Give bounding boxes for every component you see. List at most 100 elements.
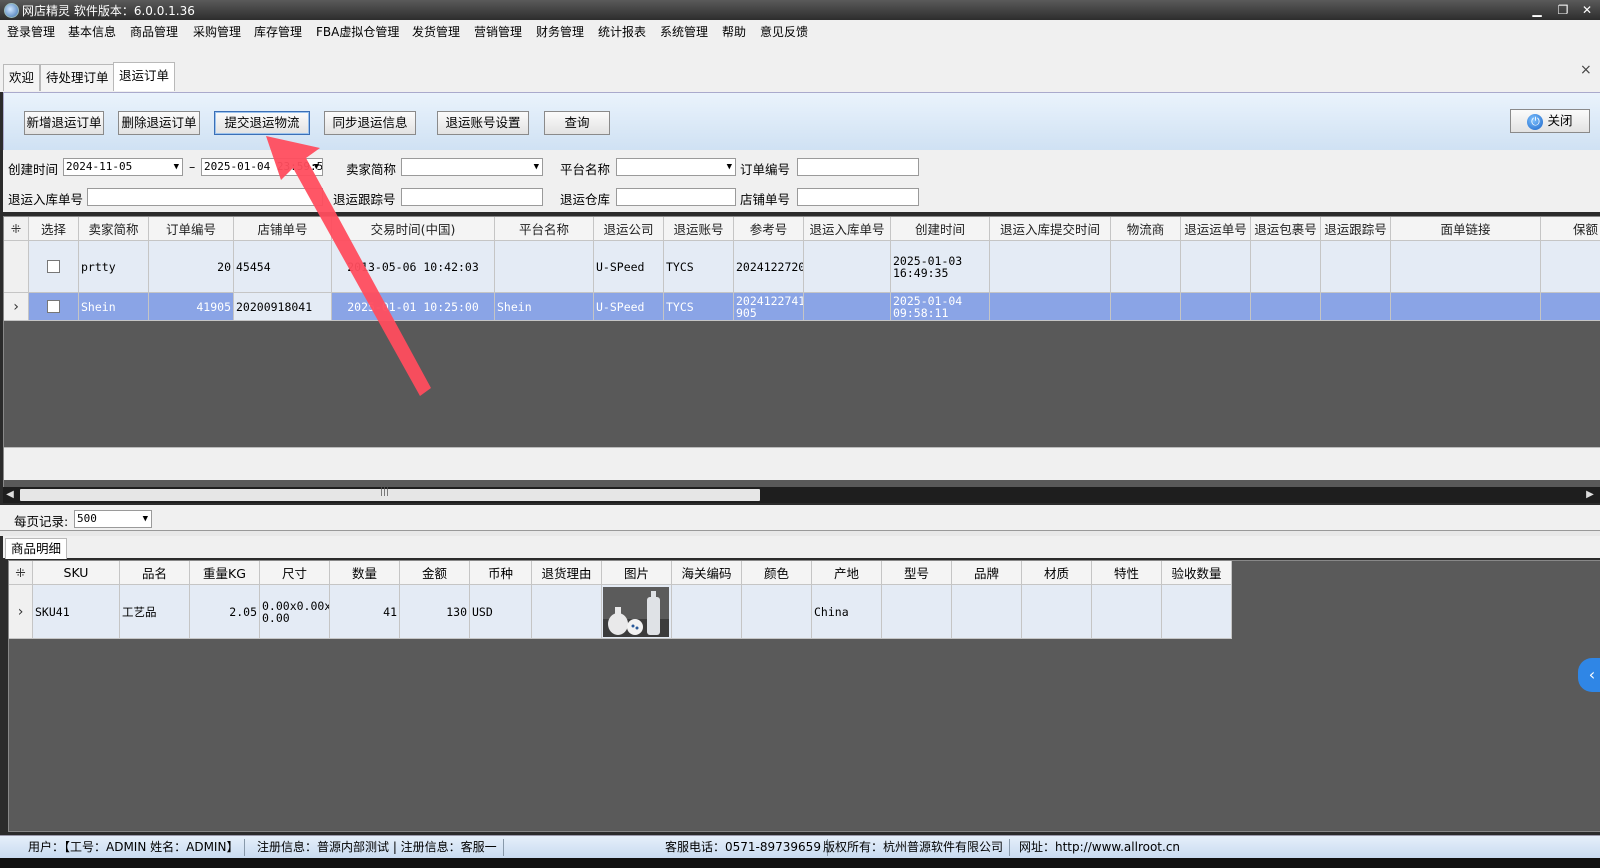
dcol-reason[interactable]: 退货理由 [532,561,602,585]
row-header-current-icon[interactable]: › [9,585,33,639]
menu-system[interactable]: 系统管理 [660,23,708,40]
menu-fba[interactable]: FBA虚拟仓管理 [316,23,399,40]
query-button[interactable]: 查询 [544,111,610,135]
table-row[interactable]: › SKU41 工艺品 2.05 0.00x0.00x 0.00 41 130 … [9,585,1249,639]
dcol-size[interactable]: 尺寸 [260,561,330,585]
menu-reports[interactable]: 统计报表 [598,23,646,40]
dcell-model [882,585,952,639]
dcol-weight[interactable]: 重量KG [190,561,260,585]
col-parcel-no[interactable]: 退运包裹号 [1251,217,1321,241]
menu-shipping[interactable]: 发货管理 [412,23,460,40]
scroll-right-icon[interactable]: ▶ [1583,487,1597,503]
menu-finance[interactable]: 财务管理 [536,23,584,40]
dcol-qty[interactable]: 数量 [330,561,400,585]
menu-login[interactable]: 登录管理 [7,23,55,40]
tab-product-details[interactable]: 商品明细 [5,538,68,559]
cell-seller: prtty [79,241,149,293]
date-from-picker[interactable]: 2024-11-05 ▼ [63,158,183,176]
dcol-model[interactable]: 型号 [882,561,952,585]
dcol-inspected-qty[interactable]: 验收数量 [1162,561,1232,585]
add-return-order-button[interactable]: 新增退运订单 [24,111,104,135]
cell-store-no: 45454 [234,241,332,293]
row-header-current-icon[interactable]: › [4,293,29,321]
menu-feedback[interactable]: 意见反馈 [760,23,808,40]
menu-purchasing[interactable]: 采购管理 [193,23,241,40]
platform-select[interactable]: ▼ [616,158,736,176]
dcol-brand[interactable]: 品牌 [952,561,1022,585]
inbound-no-input[interactable] [87,188,323,206]
grid-footer-area [4,447,1600,480]
col-inbound-no[interactable]: 退运入库单号 [804,217,891,241]
col-order-no[interactable]: 订单编号 [149,217,234,241]
page-size-select[interactable]: 500 ▼ [74,510,152,528]
col-platform[interactable]: 平台名称 [495,217,594,241]
warehouse-input[interactable] [616,188,736,206]
dcol-feature[interactable]: 特性 [1092,561,1162,585]
dcol-sku[interactable]: SKU [33,561,120,585]
tab-return-orders[interactable]: 退运订单 [113,62,176,91]
table-row[interactable]: prtty 20 45454 2013-05-06 10:42:03 U-SPe… [4,241,1600,293]
tab-welcome[interactable]: 欢迎 [3,64,41,91]
window-close-button[interactable]: ✕ [1576,1,1598,19]
order-no-label: 订单编号 [740,162,791,177]
dcol-hs-code[interactable]: 海关编码 [672,561,742,585]
col-account[interactable]: 退运账号 [664,217,734,241]
submit-return-logistics-button[interactable]: 提交退运物流 [214,111,310,135]
tab-pending-orders[interactable]: 待处理订单 [40,64,115,91]
delete-return-order-button[interactable]: 删除退运订单 [118,111,200,135]
order-no-input[interactable] [797,158,919,176]
minimize-button[interactable]: ▁ [1526,1,1548,19]
store-no-input[interactable] [797,188,919,206]
col-waybill[interactable]: 退运运单号 [1181,217,1251,241]
menu-bar: 登录管理 基本信息 商品管理 采购管理 库存管理 FBA虚拟仓管理 发货管理 营… [0,20,1600,42]
dcol-color[interactable]: 颜色 [742,561,812,585]
col-store-no[interactable]: 店铺单号 [234,217,332,241]
dcell-qty: 41 [330,585,400,639]
menu-inventory[interactable]: 库存管理 [254,23,302,40]
col-created[interactable]: 创建时间 [891,217,990,241]
side-panel-toggle-icon[interactable]: ‹ [1578,658,1600,692]
menu-basic-info[interactable]: 基本信息 [68,23,116,40]
dcol-material[interactable]: 材质 [1022,561,1092,585]
status-copyright: 版权所有：杭州普源软件有限公司 [823,839,1011,856]
col-tracking[interactable]: 退运跟踪号 [1321,217,1391,241]
dcol-origin[interactable]: 产地 [812,561,882,585]
cell-empty [1321,293,1391,321]
close-page-button[interactable]: ⏻ 关闭 [1510,109,1590,133]
platform-label: 平台名称 [560,162,611,177]
table-row[interactable]: › Shein 41905 20200918041 2025-01-01 10:… [4,293,1600,321]
dcell-weight: 2.05 [190,585,260,639]
row-header[interactable] [4,241,29,293]
scroll-left-icon[interactable]: ◀ [3,487,17,503]
dcol-name[interactable]: 品名 [120,561,190,585]
col-carrier[interactable]: 物流商 [1111,217,1181,241]
row-checkbox[interactable] [47,260,60,273]
col-insured[interactable]: 保额 [1541,217,1600,241]
status-phone: 客服电话：0571-89739659 [665,839,828,856]
menu-marketing[interactable]: 营销管理 [474,23,522,40]
product-thumbnail[interactable] [603,586,669,637]
restore-button[interactable]: ❐ [1552,1,1574,19]
menu-help[interactable]: 帮助 [722,23,746,40]
col-trade-time[interactable]: 交易时间(中国) [332,217,495,241]
dcol-amount[interactable]: 金额 [400,561,470,585]
inbound-no-label: 退运入库单号 [8,192,84,207]
row-checkbox[interactable] [47,300,60,313]
dcol-image[interactable]: 图片 [602,561,672,585]
horizontal-scrollbar[interactable]: ◀ ||| ▶ [3,487,1600,503]
dcol-currency[interactable]: 币种 [470,561,532,585]
return-account-settings-button[interactable]: 退运账号设置 [437,111,529,135]
sync-return-info-button[interactable]: 同步退运信息 [324,111,416,135]
date-to-picker[interactable]: 2025-01-04 23:59:59 ▼ [201,158,323,176]
scroll-thumb[interactable]: ||| [20,487,760,501]
tab-close-icon[interactable]: × [1580,62,1592,78]
seller-select[interactable]: ▼ [401,158,543,176]
col-seller[interactable]: 卖家简称 [79,217,149,241]
menu-products[interactable]: 商品管理 [130,23,178,40]
col-company[interactable]: 退运公司 [594,217,664,241]
col-label-link[interactable]: 面单链接 [1391,217,1541,241]
col-ref[interactable]: 参考号 [734,217,804,241]
col-inbound-submit-time[interactable]: 退运入库提交时间 [990,217,1111,241]
tracking-input[interactable] [401,188,543,206]
col-select[interactable]: 选择 [29,217,79,241]
